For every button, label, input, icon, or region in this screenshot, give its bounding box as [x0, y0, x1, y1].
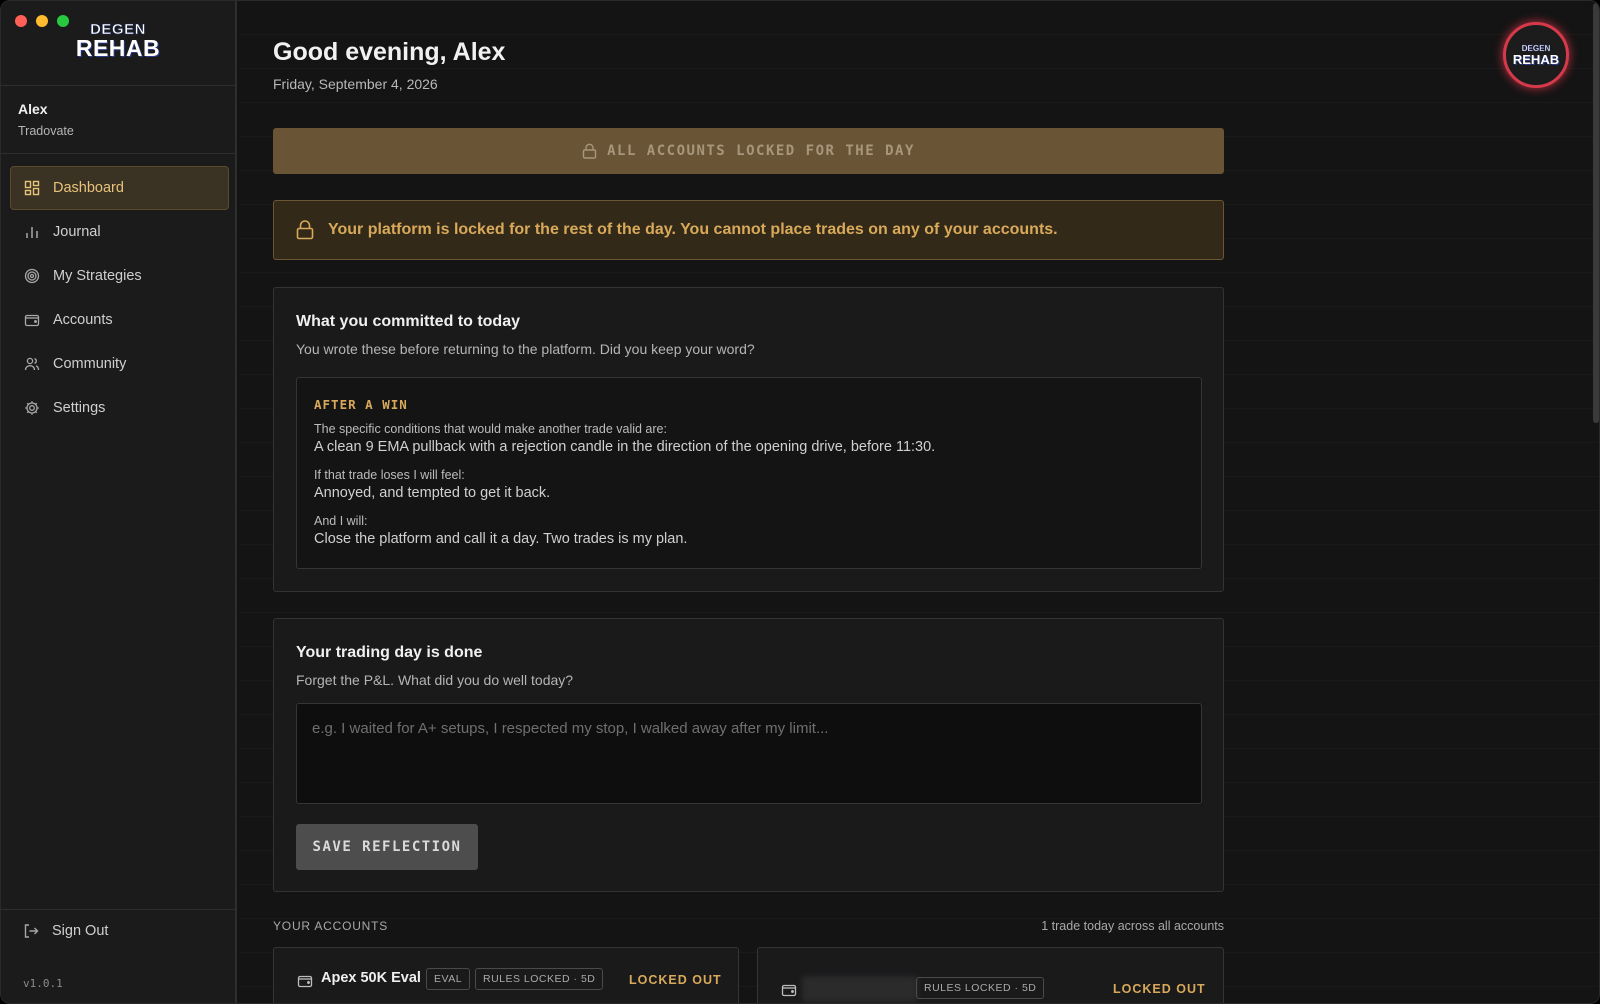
commitment-tag: AFTER A WIN: [314, 397, 408, 412]
sidebar-item-label: My Strategies: [53, 268, 142, 284]
gear-icon: [24, 400, 40, 416]
maximize-window-button[interactable]: [57, 15, 69, 27]
commitment-card: What you committed to today You wrote th…: [273, 287, 1224, 592]
wallet-icon: [781, 982, 797, 998]
user-name: Alex: [18, 101, 48, 117]
sidebar-item-label: Settings: [53, 400, 106, 416]
commitment-question: And I will:: [314, 514, 368, 528]
account-type-badge: EVAL: [426, 968, 471, 990]
wallet-icon: [24, 312, 40, 328]
sidebar-nav: Dashboard Journal My Strategies Accounts: [10, 166, 229, 430]
commitment-subtitle: You wrote these before returning to the …: [296, 341, 755, 357]
sidebar-item-strategies[interactable]: My Strategies: [10, 254, 229, 298]
account-name: Apex 50K Eval: [321, 970, 421, 986]
sidebar-item-label: Accounts: [53, 312, 113, 328]
divider: [1, 153, 235, 154]
scrollbar[interactable]: [1593, 3, 1599, 423]
divider: [1, 85, 235, 86]
commitment-answer: Close the platform and call it a day. Tw…: [314, 531, 688, 547]
save-reflection-button[interactable]: SAVE REFLECTION: [296, 824, 478, 870]
page-title: Good evening, Alex: [273, 38, 506, 66]
sidebar-item-label: Journal: [53, 224, 101, 240]
accounts-summary: 1 trade today across all accounts: [1041, 919, 1224, 933]
account-name-redacted: [802, 976, 918, 1002]
platform-locked-alert: Your platform is locked for the rest of …: [273, 200, 1224, 260]
app-version: v1.0.1: [23, 977, 63, 990]
sidebar-item-dashboard[interactable]: Dashboard: [10, 166, 229, 210]
main-content: Good evening, Alex Friday, September 4, …: [239, 1, 1599, 1003]
sign-out-button[interactable]: Sign Out: [23, 923, 108, 939]
sign-out-icon: [23, 923, 39, 939]
close-window-button[interactable]: [15, 15, 27, 27]
commitment-question: If that trade loses I will feel:: [314, 468, 465, 482]
commitment-question: The specific conditions that would make …: [314, 422, 667, 436]
users-icon: [24, 356, 40, 372]
lock-icon: [582, 143, 597, 159]
reflection-card: Your trading day is done Forget the P&L.…: [273, 618, 1224, 892]
accounts-locked-banner: ALL ACCOUNTS LOCKED FOR THE DAY: [273, 128, 1224, 174]
sign-out-label: Sign Out: [52, 923, 109, 939]
reflection-input[interactable]: [296, 703, 1202, 804]
accounts-heading: YOUR ACCOUNTS: [273, 919, 389, 933]
sidebar-item-community[interactable]: Community: [10, 342, 229, 386]
bar-chart-icon: [24, 224, 40, 240]
sidebar-item-label: Dashboard: [53, 180, 124, 196]
app-window: DEGEN REHAB Alex Tradovate Dashboard Jou…: [0, 0, 1600, 1004]
commitment-answer: Annoyed, and tempted to get it back.: [314, 485, 551, 501]
minimize-window-button[interactable]: [36, 15, 48, 27]
lock-icon: [296, 220, 314, 240]
app-logo: DEGEN REHAB: [75, 21, 161, 61]
divider: [1, 909, 235, 910]
commitment-answer: A clean 9 EMA pullback with a rejection …: [314, 439, 936, 455]
page-date: Friday, September 4, 2026: [273, 76, 438, 92]
rules-locked-badge: RULES LOCKED · 5D: [475, 968, 604, 990]
reflection-subtitle: Forget the P&L. What did you do well tod…: [296, 672, 574, 688]
avatar[interactable]: DEGEN REHAB: [1503, 22, 1569, 88]
sidebar-item-journal[interactable]: Journal: [10, 210, 229, 254]
user-info: Alex Tradovate: [18, 101, 74, 138]
user-broker: Tradovate: [18, 124, 74, 138]
reflection-title: Your trading day is done: [296, 644, 483, 661]
account-status: LOCKED OUT: [629, 973, 722, 987]
sidebar-item-accounts[interactable]: Accounts: [10, 298, 229, 342]
account-card[interactable]: RULES LOCKED · 5D LOCKED OUT: [757, 947, 1224, 1003]
commitment-box: AFTER A WIN The specific conditions that…: [296, 377, 1202, 569]
wallet-icon: [297, 973, 313, 989]
account-status: LOCKED OUT: [1113, 982, 1206, 996]
window-controls: [15, 15, 69, 27]
account-card[interactable]: Apex 50K Eval EVAL RULES LOCKED · 5D LOC…: [273, 947, 739, 1003]
dashboard-icon: [24, 180, 40, 196]
sidebar: DEGEN REHAB Alex Tradovate Dashboard Jou…: [1, 1, 237, 1003]
sidebar-item-label: Community: [53, 356, 127, 372]
rules-locked-badge: RULES LOCKED · 5D: [916, 977, 1045, 999]
commitment-title: What you committed to today: [296, 313, 520, 330]
sidebar-item-settings[interactable]: Settings: [10, 386, 229, 430]
target-icon: [24, 268, 40, 284]
alert-message: Your platform is locked for the rest of …: [328, 221, 1058, 238]
lock-banner-label: ALL ACCOUNTS LOCKED FOR THE DAY: [607, 143, 915, 159]
